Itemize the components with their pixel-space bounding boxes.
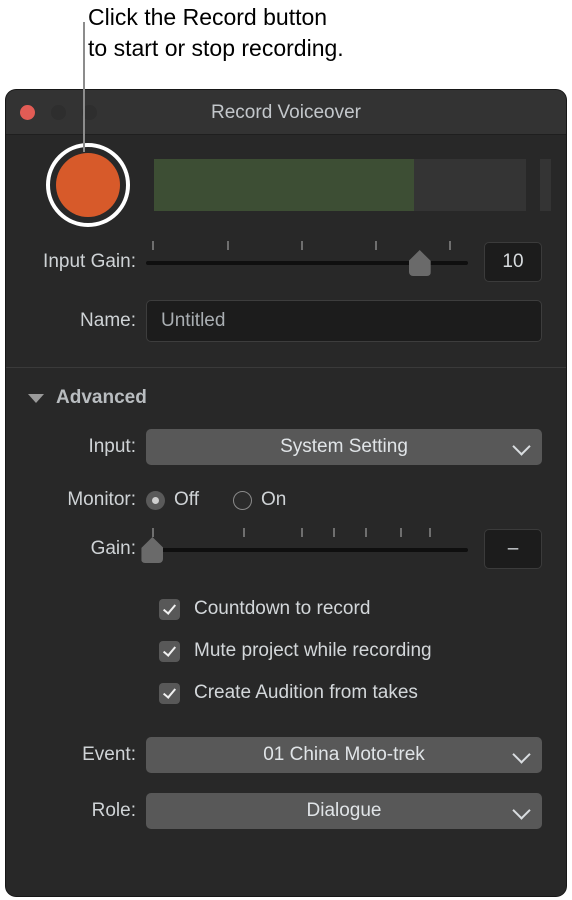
checkbox-checked-icon[interactable] (159, 682, 180, 704)
name-input[interactable] (146, 300, 542, 342)
checkbox-checked-icon[interactable] (159, 640, 180, 662)
slider-tick (374, 241, 377, 250)
gain-label: Gain: (90, 538, 136, 559)
checkbox-label-create-audition: Create Audition from takes (194, 682, 418, 703)
input-level-meter-peak-segment (540, 159, 551, 211)
slider-tick (400, 528, 403, 537)
role-popup-button[interactable]: Dialogue (146, 793, 542, 829)
input-popup-value: System Setting (280, 436, 408, 457)
chevron-down-icon (512, 437, 531, 456)
checkbox-row-mute-project[interactable]: Mute project while recording (159, 630, 566, 672)
checkbox-row-create-audition[interactable]: Create Audition from takes (159, 672, 566, 714)
input-level-meter (154, 159, 526, 211)
window-titlebar: Record Voiceover (6, 90, 566, 135)
record-row (6, 135, 566, 233)
slider-tick (364, 528, 367, 537)
record-button[interactable] (56, 153, 120, 217)
radio-unselected-icon (233, 490, 252, 510)
role-row: Role: Dialogue (6, 788, 566, 834)
checkbox-row-countdown[interactable]: Countdown to record (159, 588, 566, 630)
advanced-checkbox-group: Countdown to record Mute project while r… (6, 588, 566, 714)
record-voiceover-window: Record Voiceover Input Gain: 10 Name: Un… (6, 90, 566, 896)
monitor-radio-off[interactable]: Off (146, 489, 199, 511)
record-voiceover-panel: Input Gain: 10 Name: Advanced Input: Sys… (6, 135, 566, 896)
input-gain-thumb[interactable] (408, 250, 431, 276)
window-title: Record Voiceover (211, 102, 361, 123)
radio-selected-icon (146, 490, 165, 510)
slider-tick (429, 528, 432, 537)
checkbox-checked-icon[interactable] (159, 598, 180, 620)
event-popup-button[interactable]: 01 China Moto-trek (146, 737, 542, 773)
monitor-on-label: On (261, 489, 287, 510)
slider-tick (300, 528, 303, 537)
input-popup-button[interactable]: System Setting (146, 429, 542, 465)
gain-slider[interactable] (141, 526, 468, 572)
input-row: Input: System Setting (6, 424, 566, 470)
gain-track (146, 548, 468, 552)
input-gain-label: Input Gain: (43, 251, 136, 272)
role-label: Role: (91, 800, 136, 821)
callout-leader-line (83, 22, 85, 152)
advanced-label: Advanced (56, 387, 147, 408)
event-label: Event: (82, 744, 136, 765)
input-gain-value-field[interactable]: 10 (484, 242, 542, 282)
slider-tick (152, 241, 155, 250)
checkbox-label-countdown: Countdown to record (194, 598, 371, 619)
record-button-focus-ring (46, 143, 130, 227)
event-row: Event: 01 China Moto-trek (6, 732, 566, 778)
gain-value-field[interactable]: – (484, 529, 542, 569)
chevron-down-icon (512, 745, 531, 764)
checkbox-label-mute-project: Mute project while recording (194, 640, 432, 661)
input-gain-row: Input Gain: 10 (6, 239, 566, 285)
input-label: Input: (88, 436, 136, 457)
slider-tick (332, 528, 335, 537)
section-separator (6, 367, 566, 368)
gain-ticks (146, 528, 468, 537)
monitor-radio-group: Off On (146, 489, 320, 511)
advanced-disclosure-header[interactable]: Advanced (6, 376, 566, 420)
monitor-off-label: Off (174, 489, 199, 510)
slider-tick (226, 241, 229, 250)
chevron-down-icon (512, 801, 531, 820)
input-gain-slider[interactable] (146, 239, 468, 285)
monitor-radio-on[interactable]: On (233, 489, 286, 511)
radio-dot (152, 496, 159, 504)
event-popup-value: 01 China Moto-trek (263, 744, 425, 765)
slider-tick (152, 528, 155, 537)
gain-row: Gain: – (6, 526, 566, 572)
slider-tick (242, 528, 245, 537)
callout-text: Click the Record button to start or stop… (88, 4, 344, 61)
disclosure-triangle-down-icon[interactable] (28, 393, 44, 403)
slider-tick (448, 241, 451, 250)
name-label: Name: (80, 310, 136, 331)
monitor-label: Monitor: (67, 489, 136, 510)
name-row: Name: (6, 295, 566, 347)
slider-tick (300, 241, 303, 250)
monitor-row: Monitor: Off On (6, 478, 566, 522)
input-gain-ticks (146, 241, 468, 250)
input-level-meter-fill (154, 159, 415, 211)
role-popup-value: Dialogue (306, 800, 382, 821)
